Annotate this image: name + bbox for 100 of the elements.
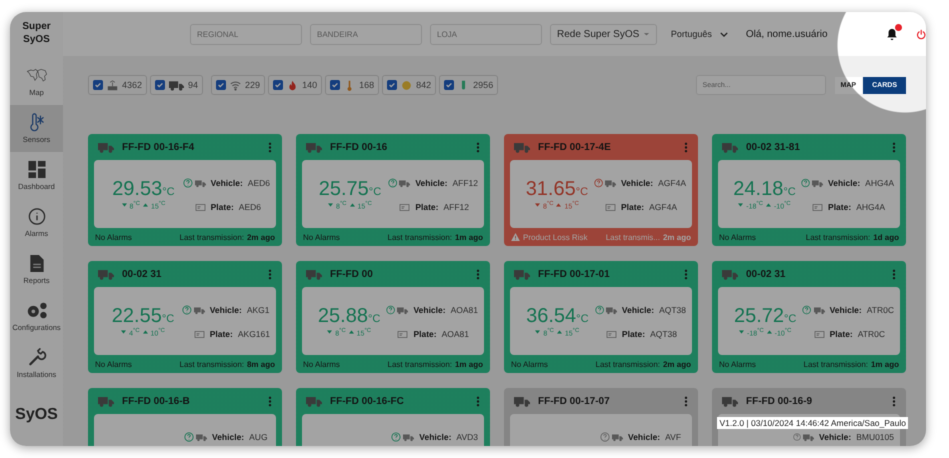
checkbox[interactable] — [216, 80, 226, 90]
alarm-status: No Alarms — [95, 360, 132, 368]
kebab-menu-icon[interactable] — [684, 268, 688, 280]
filter-field[interactable]: BANDEIRA — [310, 24, 422, 44]
help-icon — [388, 178, 398, 188]
user-greeting: Olá, nome.usuário — [746, 28, 828, 40]
plate-label: Plate: — [828, 202, 852, 212]
truck-icon — [98, 396, 114, 406]
last-transmission-time: 1m ago — [454, 360, 483, 368]
up-arrow-icon — [556, 330, 562, 334]
kebab-menu-icon[interactable] — [268, 142, 272, 152]
kebab-menu-icon[interactable] — [892, 396, 896, 406]
truck-icon — [514, 142, 530, 152]
plate-value: AKG161 — [238, 329, 270, 339]
down-arrow-icon — [535, 330, 540, 334]
filter-field[interactable]: REGIONAL — [190, 24, 302, 44]
gears-icon — [26, 301, 48, 320]
kebab-menu-icon[interactable] — [892, 142, 896, 152]
truck-icon — [812, 178, 824, 188]
sensor-card[interactable]: FF-FD 00-16-B Vehicle: AUG — [88, 388, 282, 446]
vehicle-label: Vehicle: — [620, 178, 654, 188]
help-icon — [386, 305, 396, 315]
help-icon — [802, 305, 812, 315]
wifi-icon — [230, 80, 242, 90]
vehicle-label: Vehicle: — [830, 305, 862, 315]
checkbox[interactable] — [155, 80, 166, 90]
filter-chip[interactable]: 229 — [211, 75, 266, 95]
filter-chip[interactable]: 4362 — [88, 75, 148, 95]
last-transmission-label: Last transmission: — [388, 360, 452, 368]
last-transmission-label: Last transmis... — [606, 232, 660, 242]
filter-chip[interactable]: 168 — [325, 75, 380, 95]
filter-field[interactable]: LOJA — [430, 24, 542, 44]
language-select[interactable]: Português — [670, 29, 728, 39]
filter-chip[interactable]: 2956 — [439, 75, 498, 95]
kebab-menu-icon[interactable] — [268, 268, 272, 280]
vehicle-value: ATR0C — [866, 305, 894, 315]
filter-chip[interactable]: 842 — [382, 75, 436, 95]
filter-chip[interactable]: 140 — [268, 75, 322, 95]
network-select[interactable]: Rede Super SyOS — [550, 24, 657, 44]
last-transmission-label: Last transmission: — [804, 360, 868, 368]
up-arrow-icon — [142, 203, 148, 208]
card-title: FF-FD 00 — [330, 268, 374, 280]
plate-label: Plate: — [830, 329, 853, 339]
help-icon — [184, 432, 194, 442]
vehicle-value: AHG4A — [865, 178, 894, 188]
plate-value: AQT38 — [650, 329, 678, 339]
up-arrow-icon — [348, 330, 354, 334]
kebab-menu-icon[interactable] — [268, 396, 272, 406]
truck-icon — [194, 306, 205, 314]
up-arrow-icon — [766, 203, 771, 208]
temperature-unit: °C — [784, 312, 796, 325]
temperature-reading: 36.54 — [526, 304, 576, 328]
caret-icon — [642, 32, 650, 36]
vehicle-label: Vehicle: — [622, 305, 654, 315]
temperature-unit: °C — [162, 312, 174, 325]
plate-label: Plate: — [620, 202, 644, 212]
filter-chip[interactable]: 94 — [150, 75, 204, 95]
version-tooltip: V1.2.0 | 03/10/2024 14:46:42 America/Sao_Paulo — [717, 417, 908, 429]
id-card-icon — [397, 330, 408, 338]
power-icon[interactable] — [916, 28, 926, 40]
plate-label: Plate: — [210, 329, 233, 339]
chip-count: 168 — [359, 80, 374, 90]
alarm-status: No Alarms — [719, 232, 756, 242]
truck-icon — [722, 396, 738, 406]
checkbox[interactable] — [444, 80, 454, 90]
kebab-menu-icon[interactable] — [684, 142, 688, 152]
truck-icon — [612, 432, 623, 442]
temperature-reading: 25.72 — [734, 304, 784, 328]
temperature-unit: °C — [162, 186, 175, 198]
down-arrow-icon — [122, 203, 126, 208]
last-transmission-label: Last transmission: — [180, 232, 244, 242]
card-title: FF-FD 00-16-B — [122, 396, 191, 406]
kebab-menu-icon[interactable] — [892, 268, 896, 280]
truck-icon — [514, 268, 530, 280]
help-icon — [800, 178, 810, 188]
kebab-menu-icon[interactable] — [476, 142, 480, 152]
temperature-reading: 24.18 — [733, 178, 784, 200]
checkbox[interactable] — [93, 80, 103, 90]
id-card-icon — [814, 330, 825, 338]
card-title: FF-FD 00-17-01 — [538, 268, 611, 280]
id-card-icon — [194, 202, 206, 212]
sensor-card[interactable]: FF-FD 00-17-07 Vehicle: AVF — [504, 388, 698, 446]
truck-icon — [722, 142, 738, 152]
alarm-status: Product Loss Risk — [523, 232, 588, 242]
checkbox[interactable] — [387, 80, 398, 90]
alarm-status: No Alarms — [95, 232, 132, 242]
vehicle-value: AOA81 — [450, 305, 478, 315]
sensor-card[interactable]: FF-FD 00-16-FC Vehicle: AVD3 — [296, 388, 490, 446]
card-title: FF-FD 00-16-FC — [330, 396, 405, 406]
checkbox[interactable] — [273, 80, 284, 90]
kebab-menu-icon[interactable] — [684, 396, 688, 406]
card-title: FF-FD 00-16-F4 — [122, 142, 196, 152]
truck-icon — [397, 306, 408, 314]
card-title: 00-02 31-81 — [746, 142, 801, 152]
plate-value: AOA81 — [442, 329, 470, 339]
last-transmission-time: 1m ago — [870, 360, 899, 368]
kebab-menu-icon[interactable] — [476, 396, 480, 406]
truck-icon — [399, 178, 410, 188]
kebab-menu-icon[interactable] — [476, 268, 480, 280]
checkbox[interactable] — [330, 80, 340, 90]
